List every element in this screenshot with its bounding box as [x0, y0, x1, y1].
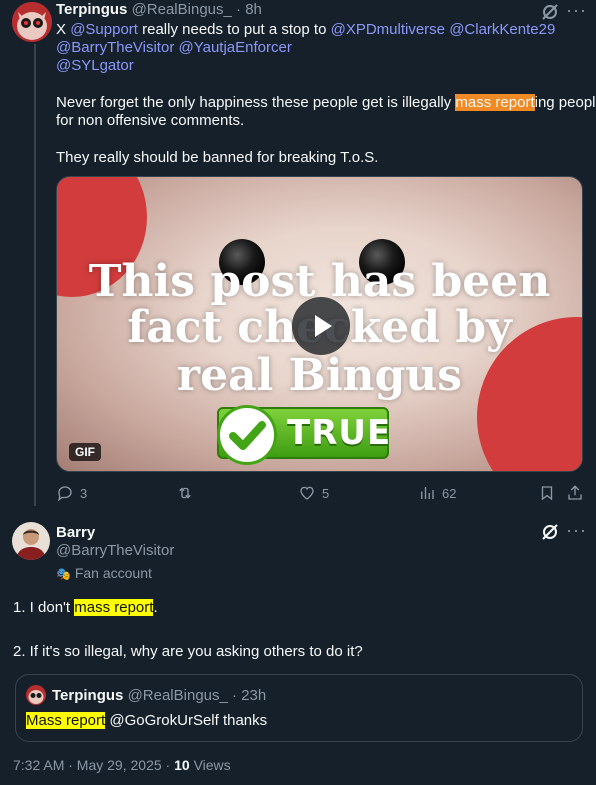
fan-account-label: 🎭 Fan account	[56, 563, 152, 584]
share-icon	[568, 485, 582, 500]
tweet1-para2-after: ing people	[534, 94, 596, 111]
tweet2-timestamp-line: 7:32 AM · May 29, 2025 · 10 Views	[13, 757, 231, 773]
tweet2-views-count: 10	[174, 757, 190, 773]
tweet1-reply-line3: @SYLgator	[56, 56, 134, 76]
quote-mass-report-highlight: Mass report	[26, 712, 106, 729]
tweet1-reply-line2: @BarryTheVisitor @YautjaEnforcer	[56, 38, 292, 58]
checkmark-icon	[217, 405, 277, 465]
bookmark-action[interactable]	[538, 484, 556, 502]
quote-tweet-card[interactable]: Terpingus @RealBingus_ · 23h Mass report…	[15, 674, 583, 742]
quote-time: 23h	[241, 687, 267, 704]
quote-header: Terpingus @RealBingus_ · 23h	[52, 686, 266, 706]
tweet1-reply-line1: X @Support really needs to put a stop to…	[56, 20, 555, 40]
mention-support[interactable]: @Support	[70, 21, 138, 38]
views-count: 62	[442, 485, 457, 501]
tweet2-line2: 2. If it's so illegal, why are you askin…	[13, 643, 363, 660]
gif-badge: GIF	[69, 443, 101, 461]
tweet2-author-name[interactable]: Barry	[56, 523, 95, 543]
tweet2-views-label: Views	[193, 757, 231, 773]
views-action[interactable]: 62	[418, 484, 456, 502]
tweet1-paragraph2-line2: for non offensive comments.	[56, 112, 245, 129]
tweet1-reply-mid: really needs to put a stop to	[142, 21, 327, 38]
tweet1-separator: ·	[236, 1, 242, 18]
play-button[interactable]	[292, 297, 350, 355]
repost-action[interactable]	[176, 484, 200, 502]
share-action[interactable]	[566, 484, 584, 502]
quote-separator: ·	[232, 687, 238, 704]
fan-account-icon: 🎭	[56, 567, 71, 581]
fact-check-line3: real Bingus	[176, 350, 463, 401]
tweet1-mass-report-highlight: mass report	[455, 94, 535, 111]
quote-author-handle: @RealBingus_	[127, 687, 228, 704]
tweet1-author-handle[interactable]: @RealBingus_	[132, 1, 232, 18]
quote-rest: @GoGrokUrSelf thanks	[109, 712, 268, 729]
like-count: 5	[322, 485, 330, 501]
more-options-icon[interactable]: ···	[566, 0, 587, 21]
tweet2-line1-suffix: .	[153, 599, 158, 616]
thread-line	[34, 44, 36, 506]
tweet2-author-handle[interactable]: @BarryTheVisitor	[56, 541, 174, 561]
fan-account-text: Fan account	[74, 565, 152, 581]
like-action[interactable]: 5	[298, 484, 329, 502]
tweet1-gif-media[interactable]: This post has been fact checked by real …	[56, 176, 583, 472]
mention-clarkkente29[interactable]: @ClarkKente29	[449, 21, 555, 38]
reply-count: 3	[80, 485, 88, 501]
terpingus-avatar[interactable]	[12, 2, 52, 42]
mention-barrythevisitor[interactable]: @BarryTheVisitor	[56, 39, 174, 56]
mention-yautjaenforcer[interactable]: @YautjaEnforcer	[179, 39, 292, 56]
tweet1-para2-before: Never forget the only happiness these pe…	[56, 94, 452, 111]
tweet1-time[interactable]: 8h	[245, 1, 262, 18]
tweet2-mass-report-highlight: mass report	[74, 599, 154, 616]
tweet2-timestamp[interactable]: 7:32 AM · May 29, 2025 ·	[13, 757, 170, 773]
mention-sylgator[interactable]: @SYLgator	[56, 57, 134, 74]
tweet1-author-name[interactable]: Terpingus	[56, 1, 127, 18]
tweet1-paragraph2: Never forget the only happiness these pe…	[56, 93, 596, 113]
bookmark-icon	[541, 486, 553, 501]
quote-avatar	[26, 685, 46, 705]
true-label: TRUE	[287, 413, 392, 453]
mention-xpdmultiverse[interactable]: @XPDmultiverse	[331, 21, 445, 38]
repost-icon	[179, 487, 191, 499]
tweet2-line1-prefix: 1. I don't	[13, 599, 71, 616]
tweet1-paragraph3: They really should be banned for breakin…	[56, 149, 379, 166]
quote-author-name: Terpingus	[52, 687, 124, 704]
grok-icon-2[interactable]	[540, 522, 560, 542]
tweet1-reply-prefix: X	[56, 21, 67, 38]
quote-text: Mass report @GoGrokUrSelf thanks	[26, 711, 267, 731]
grok-icon[interactable]	[540, 2, 560, 22]
more-options-icon-2[interactable]: ···	[566, 520, 587, 541]
reply-action[interactable]: 3	[56, 484, 87, 502]
heart-icon	[300, 486, 314, 500]
tweet2-line1: 1. I don't mass report.	[13, 598, 158, 618]
reply-icon	[57, 486, 72, 502]
tweet1-header: Terpingus @RealBingus_ · 8h	[56, 0, 262, 20]
views-icon	[421, 487, 434, 499]
barry-avatar[interactable]	[12, 522, 50, 560]
